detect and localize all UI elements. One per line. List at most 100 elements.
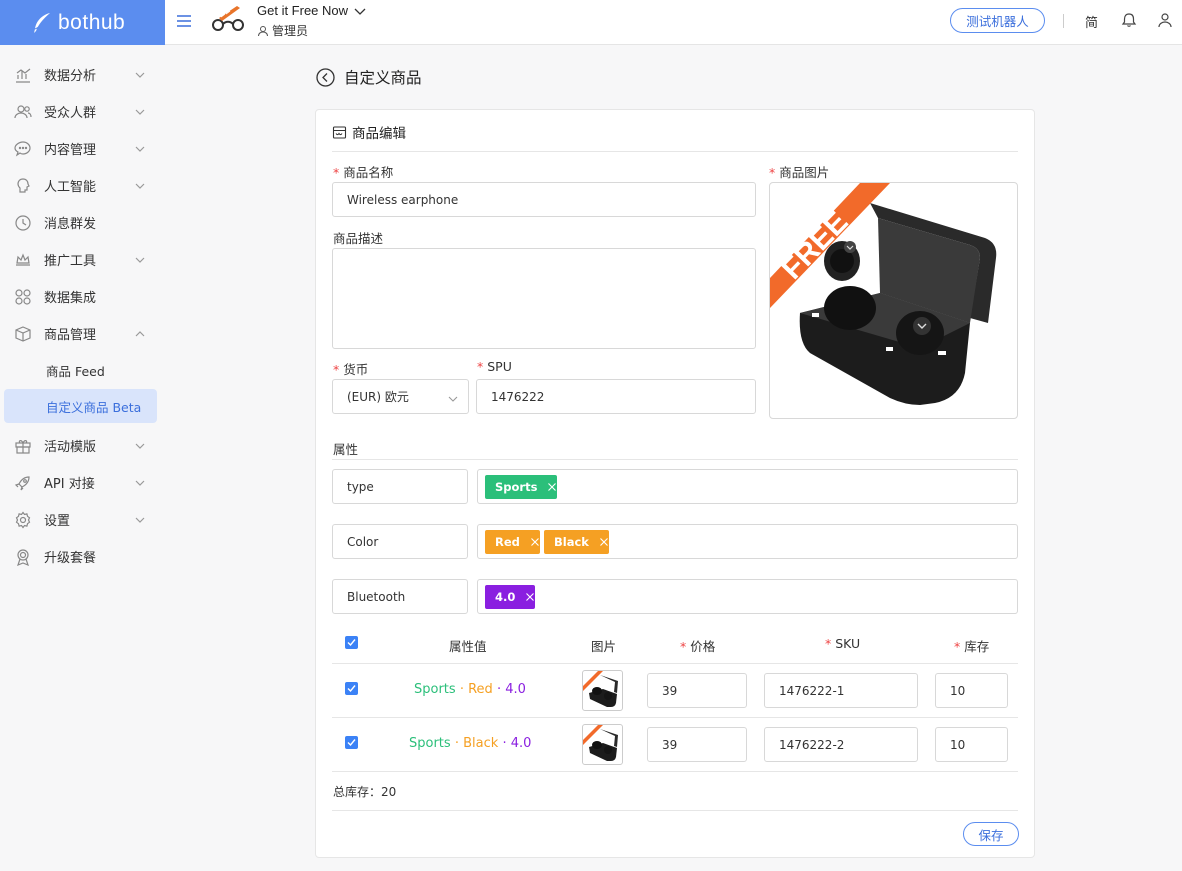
save-button[interactable]: 保存: [963, 822, 1019, 846]
top-bar: Get it Free Now 管理员 测试机器人 简: [165, 0, 1182, 45]
chevron-down-icon: [135, 515, 145, 525]
total-stock: 总库存：20: [333, 785, 397, 799]
select-all-checkbox[interactable]: [345, 636, 358, 649]
box-icon: [14, 325, 32, 343]
earphone-thumbnail: [583, 725, 618, 761]
sidebar: 数据分析 受众人群 内容管理 人工智能 消息群发 推广工具 数据集成 商品管理 …: [0, 45, 165, 871]
app-logo-icon: [211, 4, 247, 32]
brain-icon: [14, 177, 32, 195]
close-icon[interactable]: [530, 537, 540, 547]
sidebar-item-data-analysis[interactable]: 数据分析: [0, 56, 165, 93]
close-icon[interactable]: [547, 482, 557, 492]
sidebar-item-upgrade[interactable]: 升级套餐: [0, 538, 165, 575]
variant-image[interactable]: [582, 724, 623, 765]
gear-icon: [14, 511, 32, 529]
bar-chart-icon: [14, 66, 32, 84]
logo[interactable]: bothub: [0, 0, 165, 45]
crown-icon: [14, 251, 32, 269]
sidebar-item-promotion[interactable]: 推广工具: [0, 241, 165, 278]
product-image-upload[interactable]: FREE: [769, 182, 1018, 419]
variant-image[interactable]: [582, 670, 623, 711]
earphone-thumbnail: [583, 671, 618, 707]
sidebar-item-audience[interactable]: 受众人群: [0, 93, 165, 130]
grid-icon: [14, 288, 32, 306]
person-icon: [257, 25, 269, 37]
gift-icon: [14, 437, 32, 455]
close-icon[interactable]: [599, 537, 609, 547]
page-title: 自定义商品: [344, 69, 422, 87]
user-icon[interactable]: [1157, 12, 1173, 28]
attribute-name-input[interactable]: type: [332, 469, 468, 504]
stock-input[interactable]: 10: [935, 727, 1008, 762]
sidebar-subitem-custom-product[interactable]: 自定义商品 Beta: [4, 389, 157, 423]
spu-label: * SPU: [477, 359, 512, 374]
app-title[interactable]: Get it Free Now: [257, 3, 348, 18]
chat-icon: [14, 140, 32, 158]
attribute-tag-red[interactable]: Red: [485, 530, 540, 554]
price-input[interactable]: 39: [647, 727, 747, 762]
bell-icon[interactable]: [1121, 12, 1137, 28]
attributes-label: 属性: [333, 442, 359, 457]
chevron-down-icon: [135, 255, 145, 265]
divider: [332, 771, 1018, 772]
back-icon[interactable]: [316, 67, 335, 87]
spu-input[interactable]: 1476222: [476, 379, 756, 414]
card-header: 商品编辑: [332, 122, 406, 142]
product-edit-card: 商品编辑 * 商品名称 Wireless earphone 商品描述 * 货币 (E…: [315, 109, 1035, 858]
sidebar-subitem-product-feed[interactable]: 商品 Feed: [0, 352, 165, 389]
stock-input[interactable]: 10: [935, 673, 1008, 708]
chevron-down-icon: [135, 144, 145, 154]
sidebar-item-integration[interactable]: 数据集成: [0, 278, 165, 315]
attribute-tag-black[interactable]: Black: [544, 530, 609, 554]
sidebar-item-settings[interactable]: 设置: [0, 501, 165, 538]
variant-label: Sports · Red · 4.0: [414, 682, 526, 697]
currency-select[interactable]: (EUR) 欧元: [332, 379, 469, 414]
card-title: 商品编辑: [352, 126, 406, 142]
attribute-tag-bluetooth[interactable]: 4.0: [485, 585, 536, 609]
sidebar-item-broadcast[interactable]: 消息群发: [0, 204, 165, 241]
language-switch[interactable]: 简: [1085, 12, 1098, 31]
attribute-values-input[interactable]: [477, 469, 1018, 504]
product-name-label: * 商品名称: [333, 165, 394, 180]
row-checkbox[interactable]: [345, 736, 358, 749]
product-name-input[interactable]: Wireless earphone: [332, 182, 756, 217]
chevron-down-icon: [135, 478, 145, 488]
sku-input[interactable]: 1476222-2: [764, 727, 918, 762]
clock-icon: [14, 214, 32, 232]
description-textarea[interactable]: [332, 248, 756, 349]
price-input[interactable]: 39: [647, 673, 747, 708]
divider: [332, 663, 1018, 664]
page-header: 自定义商品: [316, 66, 422, 88]
col-header-image: 图片: [591, 639, 617, 654]
menu-toggle-icon[interactable]: [175, 12, 193, 30]
sidebar-item-content[interactable]: 内容管理: [0, 130, 165, 167]
test-bot-button[interactable]: 测试机器人: [950, 8, 1045, 33]
close-icon[interactable]: [525, 592, 535, 602]
divider: [1063, 14, 1064, 28]
col-header-values: 属性值: [449, 639, 487, 654]
divider: [332, 717, 1018, 718]
attribute-name-input[interactable]: Color: [332, 524, 468, 559]
col-header-sku: * SKU: [825, 636, 861, 651]
product-image-label: * 商品图片: [769, 165, 830, 180]
sidebar-item-api[interactable]: API 对接: [0, 464, 165, 501]
col-header-price: * 价格: [680, 639, 716, 654]
sidebar-item-products[interactable]: 商品管理: [0, 315, 165, 352]
description-label: 商品描述: [333, 231, 384, 246]
earphone-case-image: FREE: [770, 183, 997, 405]
row-checkbox[interactable]: [345, 682, 358, 695]
chevron-down-icon[interactable]: [354, 5, 366, 17]
logo-text: bothub: [58, 10, 126, 34]
attribute-values-input[interactable]: [477, 579, 1018, 614]
sidebar-item-campaign-templates[interactable]: 活动模版: [0, 427, 165, 464]
award-icon: [14, 548, 32, 566]
sidebar-item-ai[interactable]: 人工智能: [0, 167, 165, 204]
divider: [332, 810, 1018, 811]
users-icon: [14, 103, 32, 121]
attribute-tag-sports[interactable]: Sports: [485, 475, 558, 499]
sku-input[interactable]: 1476222-1: [764, 673, 918, 708]
chevron-down-icon: [135, 181, 145, 191]
attribute-name-input[interactable]: Bluetooth: [332, 579, 468, 614]
divider: [332, 459, 1018, 460]
feather-logo-icon: [34, 12, 50, 33]
